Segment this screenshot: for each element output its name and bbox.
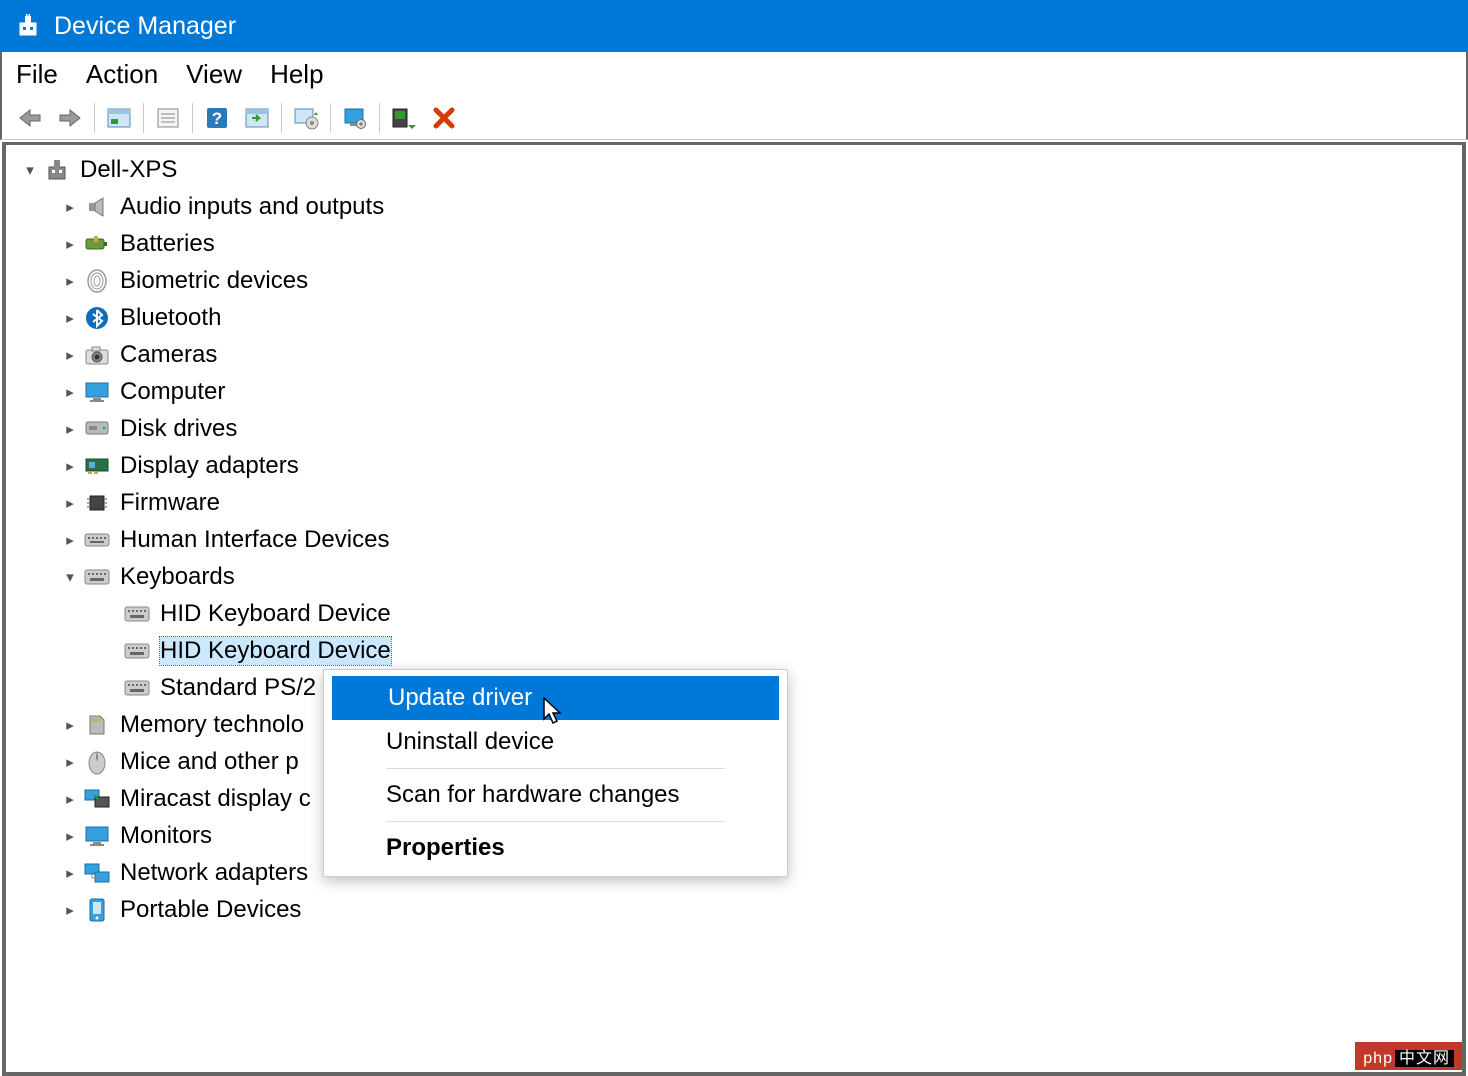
disk-icon: [82, 416, 112, 442]
keyboard-icon: [122, 601, 152, 627]
ctx-uninstall-device[interactable]: Uninstall device: [330, 720, 781, 764]
toolbar: ?: [0, 96, 1468, 140]
computer-icon: [42, 157, 72, 183]
forward-button[interactable]: [50, 100, 90, 136]
ctx-separator: [386, 768, 725, 769]
portable-icon: [82, 897, 112, 923]
expand-arrow-icon[interactable]: ▾: [18, 161, 42, 179]
keyboard-icon: [122, 675, 152, 701]
tree-item-hid[interactable]: ▸Human Interface Devices: [10, 521, 1458, 558]
bluetooth-icon: [82, 305, 112, 331]
speaker-icon: [82, 194, 112, 220]
watermark-b: 中文网: [1395, 1050, 1454, 1067]
chevron-right-icon[interactable]: ▸: [58, 383, 82, 401]
tree-item-portable[interactable]: ▸Portable Devices: [10, 891, 1458, 928]
ctx-scan-hardware[interactable]: Scan for hardware changes: [330, 773, 781, 817]
app-icon: [16, 14, 40, 38]
keyboard-icon: [122, 638, 152, 664]
hid-icon: [82, 527, 112, 553]
menu-file[interactable]: File: [16, 59, 58, 90]
tree-item-cameras[interactable]: ▸Cameras: [10, 336, 1458, 373]
battery-icon: [82, 231, 112, 257]
tree-item-audio[interactable]: ▸Audio inputs and outputs: [10, 188, 1458, 225]
chevron-right-icon[interactable]: ▸: [58, 235, 82, 253]
window-title: Device Manager: [54, 12, 236, 41]
chevron-right-icon[interactable]: ▸: [58, 827, 82, 845]
chevron-right-icon[interactable]: ▸: [58, 309, 82, 327]
tree-item-computer[interactable]: ▸Computer: [10, 373, 1458, 410]
chevron-right-icon[interactable]: ▸: [58, 346, 82, 364]
chip-icon: [82, 490, 112, 516]
cast-icon: [82, 786, 112, 812]
help-button[interactable]: ?: [197, 100, 237, 136]
watermark: php中文网: [1355, 1042, 1462, 1070]
scan-hardware-button[interactable]: [237, 100, 277, 136]
tree-root[interactable]: ▾ Dell-XPS: [10, 151, 1458, 188]
chevron-right-icon[interactable]: ▸: [58, 753, 82, 771]
keyboard-icon: [82, 564, 112, 590]
enable-device-button[interactable]: [335, 100, 375, 136]
back-button[interactable]: [10, 100, 50, 136]
chevron-right-icon[interactable]: ▸: [58, 864, 82, 882]
properties-button[interactable]: [148, 100, 188, 136]
chevron-right-icon[interactable]: ▸: [58, 790, 82, 808]
chevron-right-icon[interactable]: ▸: [58, 420, 82, 438]
ctx-separator: [386, 821, 725, 822]
chevron-right-icon[interactable]: ▸: [58, 198, 82, 216]
disable-device-button[interactable]: [424, 100, 464, 136]
camera-icon: [82, 342, 112, 368]
uninstall-device-button[interactable]: [384, 100, 424, 136]
chevron-right-icon[interactable]: ▸: [58, 901, 82, 919]
watermark-a: php: [1363, 1050, 1393, 1067]
show-hide-console-button[interactable]: [99, 100, 139, 136]
fingerprint-icon: [82, 268, 112, 294]
device-tree[interactable]: ▾ Dell-XPS ▸Audio inputs and outputs ▸Ba…: [2, 142, 1466, 1076]
tree-item-bluetooth[interactable]: ▸Bluetooth: [10, 299, 1458, 336]
menu-help[interactable]: Help: [270, 59, 323, 90]
tree-root-label[interactable]: Dell-XPS: [80, 156, 177, 184]
tree-item-disk[interactable]: ▸Disk drives: [10, 410, 1458, 447]
context-menu: Update driver Uninstall device Scan for …: [323, 669, 788, 877]
tree-item-biometric[interactable]: ▸Biometric devices: [10, 262, 1458, 299]
menu-action[interactable]: Action: [86, 59, 158, 90]
tree-item-hid-keyboard-2[interactable]: HID Keyboard Device: [10, 632, 1458, 669]
chevron-right-icon[interactable]: ▸: [58, 494, 82, 512]
chevron-right-icon[interactable]: ▸: [58, 716, 82, 734]
chevron-right-icon[interactable]: ▸: [58, 457, 82, 475]
ctx-properties[interactable]: Properties: [330, 826, 781, 870]
chevron-right-icon[interactable]: ▸: [58, 531, 82, 549]
tree-item-display[interactable]: ▸Display adapters: [10, 447, 1458, 484]
chevron-down-icon[interactable]: ▾: [58, 568, 82, 586]
network-icon: [82, 860, 112, 886]
gpu-icon: [82, 453, 112, 479]
sd-icon: [82, 712, 112, 738]
chevron-right-icon[interactable]: ▸: [58, 272, 82, 290]
monitor-icon: [82, 379, 112, 405]
tree-item-keyboards[interactable]: ▾Keyboards: [10, 558, 1458, 595]
menubar: File Action View Help: [0, 52, 1468, 96]
titlebar: Device Manager: [0, 0, 1468, 52]
update-driver-button[interactable]: [286, 100, 326, 136]
ctx-update-driver[interactable]: Update driver: [332, 676, 779, 720]
tree-item-hid-keyboard-1[interactable]: HID Keyboard Device: [10, 595, 1458, 632]
menu-view[interactable]: View: [186, 59, 242, 90]
tree-item-batteries[interactable]: ▸Batteries: [10, 225, 1458, 262]
mouse-icon: [82, 749, 112, 775]
svg-text:?: ?: [212, 109, 222, 128]
tree-item-firmware[interactable]: ▸Firmware: [10, 484, 1458, 521]
monitor-icon: [82, 823, 112, 849]
